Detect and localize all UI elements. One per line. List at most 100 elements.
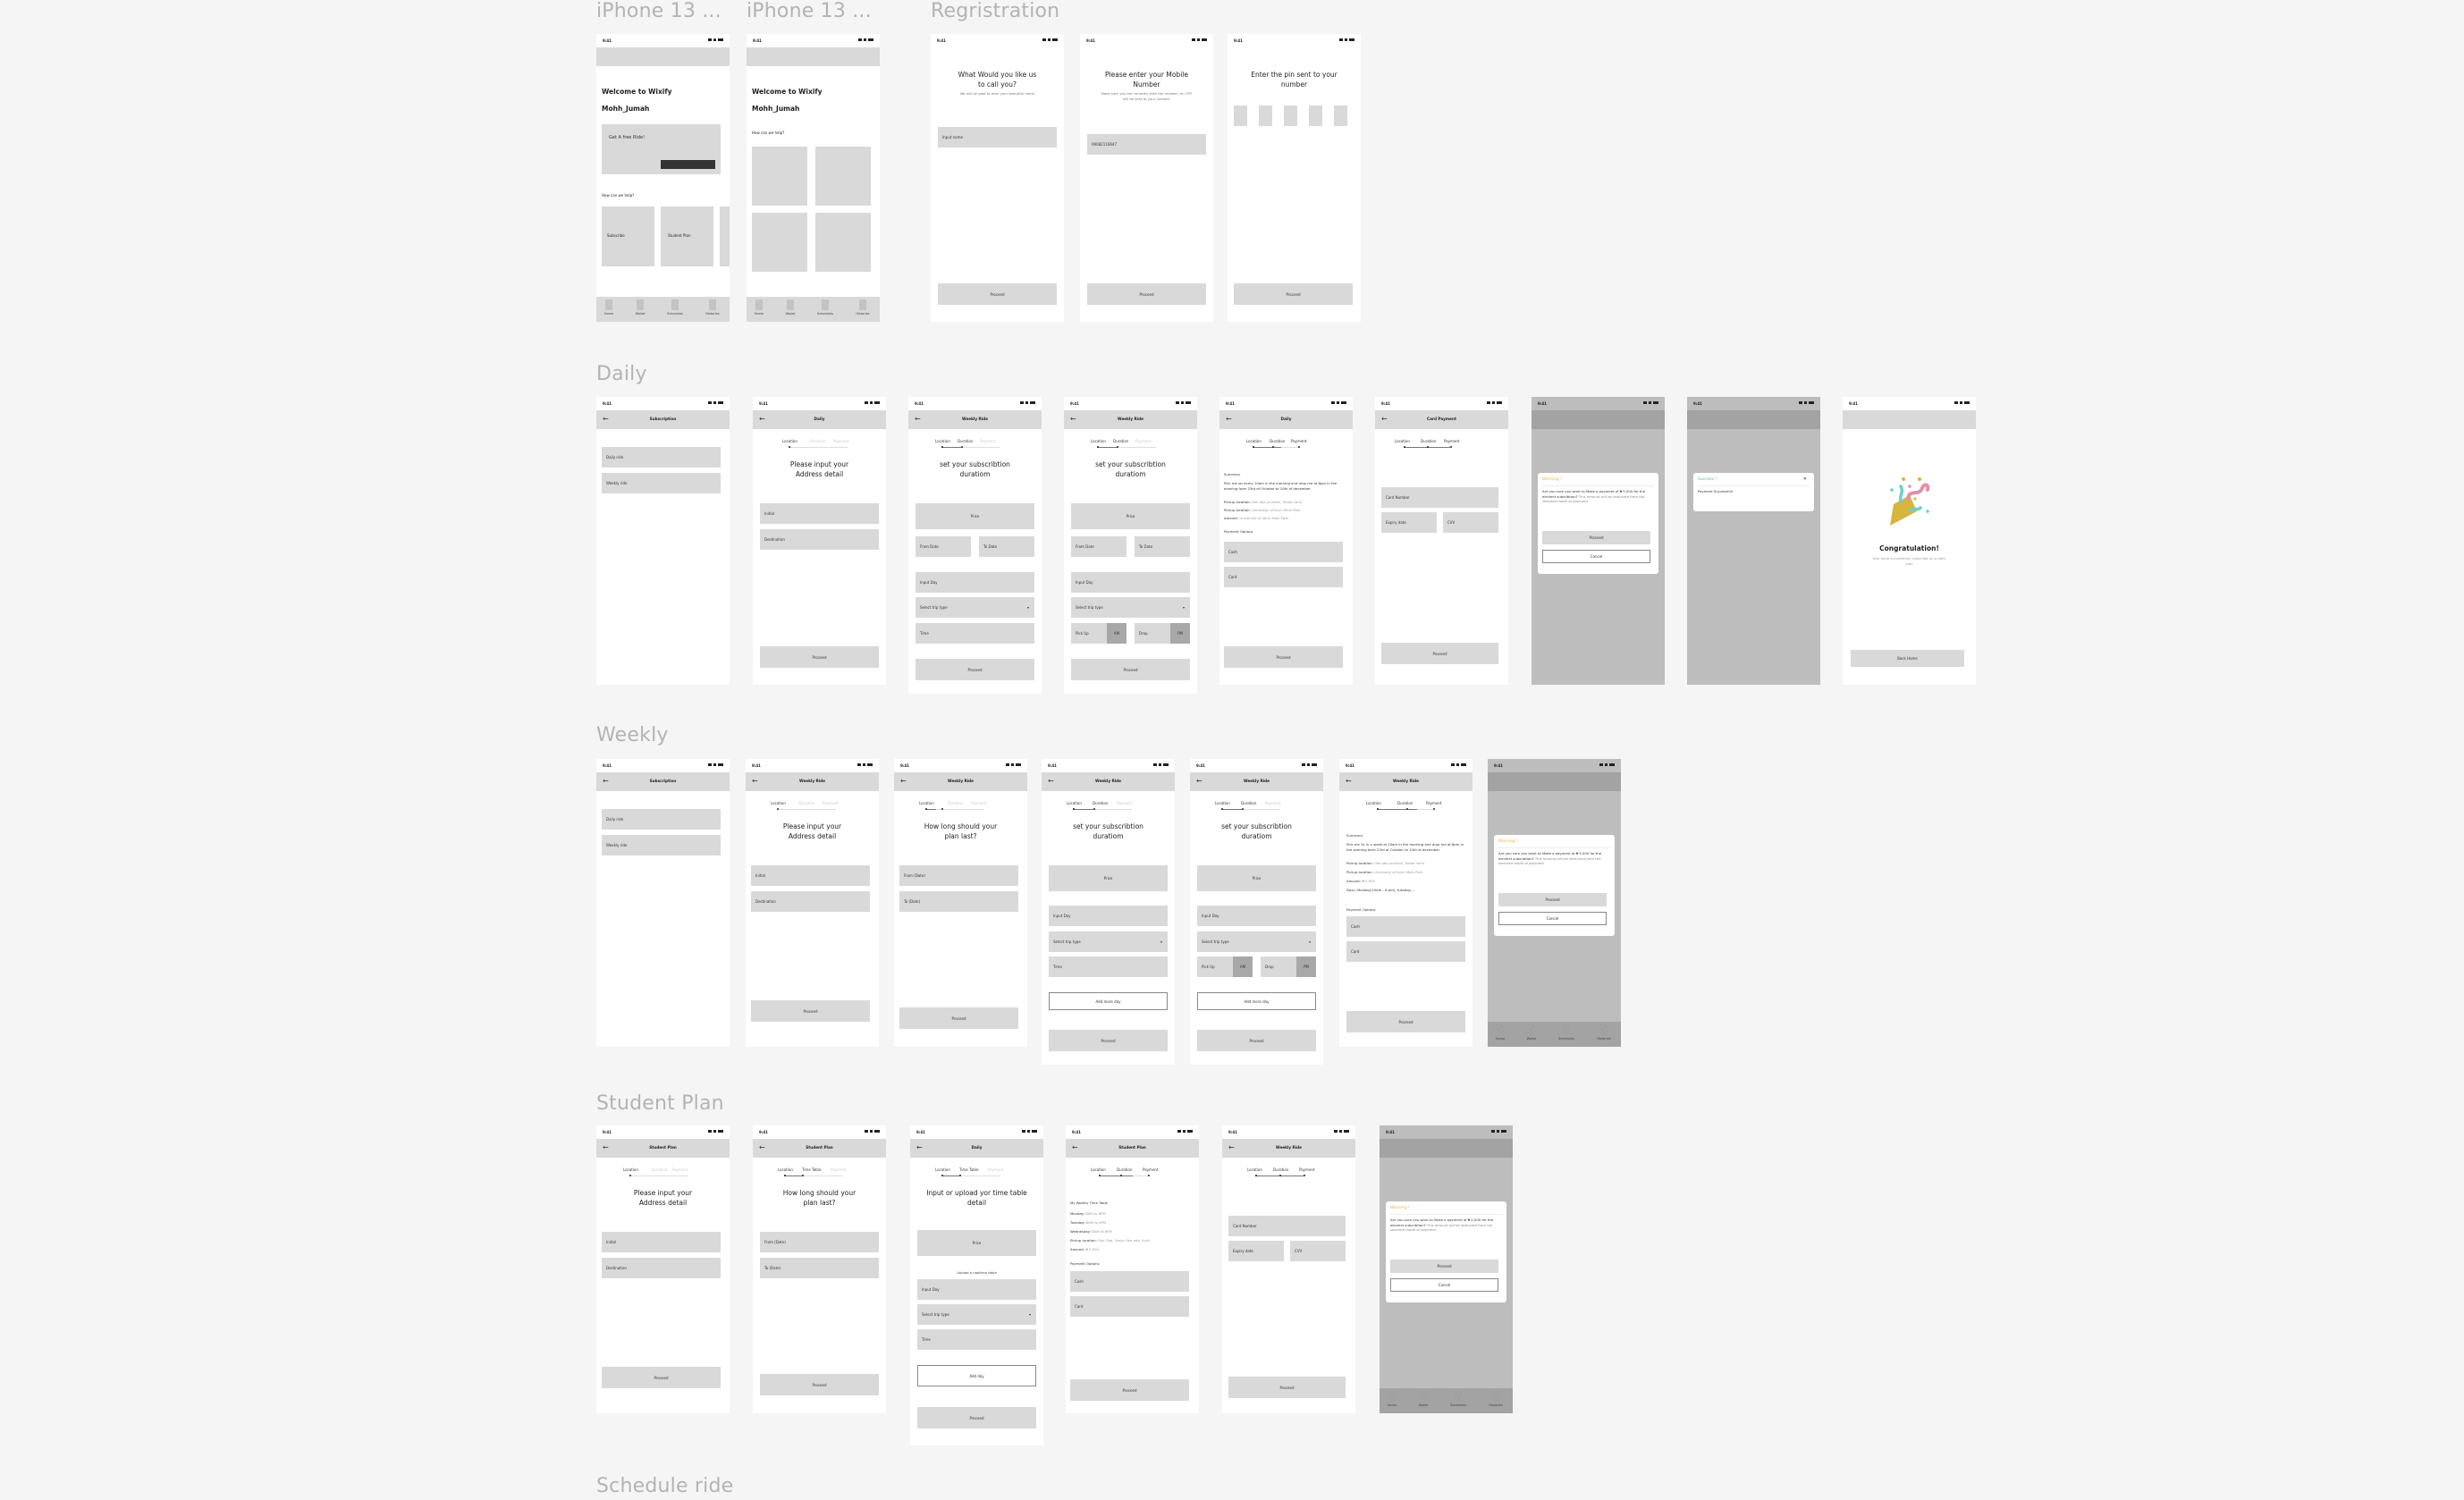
expiry-date-input[interactable]: Expiry date xyxy=(1381,512,1437,533)
proceed-button[interactable]: Proceed xyxy=(1542,531,1650,544)
proceed-button[interactable]: Proceed xyxy=(751,1000,870,1022)
proceed-button[interactable]: Proceed xyxy=(1197,1030,1316,1051)
pin-digit-3[interactable] xyxy=(1284,105,1297,126)
proceed-button[interactable]: Proceed xyxy=(938,283,1057,305)
cancel-button[interactable]: Cancel xyxy=(1498,912,1607,925)
pin-digit-4[interactable] xyxy=(1309,105,1322,126)
trip-type-select[interactable]: Select trip type ▾ xyxy=(1071,597,1190,618)
time-input[interactable]: Time xyxy=(917,1329,1036,1350)
drop-time[interactable]: Drop PM xyxy=(1261,956,1316,977)
nav-schedules[interactable]: Schedules xyxy=(664,299,686,316)
from-date-input[interactable]: From (Date) xyxy=(899,865,1018,886)
promo-card[interactable]: Get A free Ride! xyxy=(602,124,721,174)
trip-type-select[interactable]: Select trip type ▾ xyxy=(1197,931,1316,952)
payment-card[interactable]: Card xyxy=(1224,567,1343,587)
proceed-button[interactable]: Proceed xyxy=(899,1007,1018,1029)
to-date-input[interactable]: To Date xyxy=(1135,536,1190,557)
am-toggle[interactable]: AM xyxy=(1233,956,1253,977)
proceed-button[interactable]: Proceed xyxy=(602,1367,721,1388)
card-number-input[interactable]: Card Number xyxy=(1228,1216,1346,1236)
trip-type-select[interactable]: Select trip type ▾ xyxy=(917,1304,1036,1325)
initial-input[interactable]: Initial xyxy=(751,865,870,886)
to-date-input[interactable]: To (Date) xyxy=(760,1258,879,1278)
payment-cash[interactable]: Cash xyxy=(1224,542,1343,562)
drop-time[interactable]: Drop PM xyxy=(1135,623,1190,644)
add-day-button[interactable]: Add day xyxy=(917,1365,1036,1386)
input-day-field[interactable]: Input Day xyxy=(917,1279,1036,1300)
cancel-button[interactable]: Cancel xyxy=(1542,550,1650,563)
payment-card[interactable]: Card xyxy=(1346,941,1465,962)
pickup-time[interactable]: Pick Up AM xyxy=(1071,623,1127,644)
proceed-button[interactable]: Proceed xyxy=(760,1374,879,1395)
card-subscribe[interactable]: Subscribe xyxy=(602,206,654,266)
proceed-button[interactable]: Proceed xyxy=(1228,1377,1346,1398)
time-input[interactable]: Time xyxy=(1049,956,1168,977)
phone-input[interactable]: 09082116647 xyxy=(1087,134,1206,155)
option-daily-ride[interactable]: Daily ride xyxy=(602,809,721,830)
destination-input[interactable]: Destination xyxy=(602,1258,721,1278)
cancel-button[interactable]: Cancel xyxy=(1390,1278,1498,1292)
input-day-field[interactable]: Input Day xyxy=(1049,906,1168,926)
proceed-button[interactable]: Proceed xyxy=(1071,659,1190,680)
nav-wallet[interactable]: Wallet xyxy=(1521,1024,1542,1041)
nav-schedules[interactable]: Schedules xyxy=(1447,1391,1469,1407)
add-more-day-button[interactable]: Add more day xyxy=(1049,992,1168,1010)
grid-card[interactable] xyxy=(815,147,871,206)
pm-toggle[interactable]: PM xyxy=(1170,623,1190,644)
destination-input[interactable]: Destination xyxy=(760,529,879,550)
trip-type-select[interactable]: Select trip type ▾ xyxy=(916,597,1034,618)
cvv-input[interactable]: CVV xyxy=(1290,1241,1346,1261)
to-date-input[interactable]: To (Date) xyxy=(899,891,1018,912)
trip-type-select[interactable]: Select trip type ▾ xyxy=(1049,931,1168,952)
pin-digit-5[interactable] xyxy=(1334,105,1347,126)
card-number-input[interactable]: Card Number xyxy=(1381,487,1498,508)
to-date-input[interactable]: To Date xyxy=(979,536,1034,557)
pin-digit-1[interactable] xyxy=(1234,105,1247,126)
option-daily-ride[interactable]: Daily ride xyxy=(602,447,721,468)
upload-timetable-link[interactable]: Upload a naptime table xyxy=(910,1270,1043,1276)
proceed-button[interactable]: Proceed xyxy=(1049,1030,1168,1051)
from-date-input[interactable]: From Date xyxy=(916,536,971,557)
nav-histories[interactable]: Histories xyxy=(1485,1391,1506,1407)
option-weekly-ride[interactable]: Weekly ride xyxy=(602,473,721,493)
payment-card[interactable]: Card xyxy=(1070,1296,1189,1317)
proceed-button[interactable]: Proceed xyxy=(1070,1379,1189,1401)
nav-home[interactable]: Home xyxy=(598,299,620,316)
proceed-button[interactable]: Proceed xyxy=(916,659,1034,680)
am-toggle[interactable]: AM xyxy=(1107,623,1127,644)
option-weekly-ride[interactable]: Weekly ride xyxy=(602,835,721,855)
proceed-button[interactable]: Proceed xyxy=(1346,1011,1465,1032)
input-day-field[interactable]: Input Day xyxy=(1071,572,1190,593)
proceed-button[interactable]: Proceed xyxy=(760,646,879,668)
grid-card[interactable] xyxy=(752,147,807,206)
grid-card[interactable] xyxy=(752,213,807,272)
back-home-button[interactable]: Back Home xyxy=(1851,650,1964,667)
proceed-button[interactable]: Proceed xyxy=(1390,1260,1498,1273)
input-day-field[interactable]: Input Day xyxy=(916,572,1034,593)
proceed-button[interactable]: Proceed xyxy=(917,1407,1036,1428)
card-more[interactable] xyxy=(720,206,730,266)
initial-input[interactable]: Initial xyxy=(602,1232,721,1252)
proceed-button[interactable]: Proceed xyxy=(1234,283,1353,305)
grid-card[interactable] xyxy=(815,213,871,272)
add-more-day-button[interactable]: Add more day xyxy=(1197,992,1316,1010)
time-input[interactable]: Time xyxy=(916,623,1034,644)
pin-digit-2[interactable] xyxy=(1259,105,1272,126)
from-date-input[interactable]: From Date xyxy=(1071,536,1127,557)
destination-input[interactable]: Destination xyxy=(751,891,870,912)
close-icon[interactable]: ✕ xyxy=(1803,476,1807,482)
nav-wallet[interactable]: Wallet xyxy=(1413,1391,1434,1407)
proceed-button[interactable]: Proceed xyxy=(1224,646,1343,668)
initial-input[interactable]: Initial xyxy=(760,503,879,524)
proceed-button[interactable]: Proceed xyxy=(1498,893,1607,906)
nav-schedules[interactable]: Schedules xyxy=(814,299,836,316)
proceed-button[interactable]: Proceed xyxy=(1381,643,1498,664)
nav-wallet[interactable]: Wallet xyxy=(780,299,801,316)
proceed-button[interactable]: Proceed xyxy=(1087,283,1206,305)
pm-toggle[interactable]: PM xyxy=(1296,956,1316,977)
nav-schedules[interactable]: Schedules xyxy=(1556,1024,1577,1041)
pickup-time[interactable]: Pick Up AM xyxy=(1197,956,1253,977)
nav-home[interactable]: Home xyxy=(748,299,770,316)
from-date-input[interactable]: From (Date) xyxy=(760,1232,879,1252)
nav-home[interactable]: Home xyxy=(1381,1391,1403,1407)
